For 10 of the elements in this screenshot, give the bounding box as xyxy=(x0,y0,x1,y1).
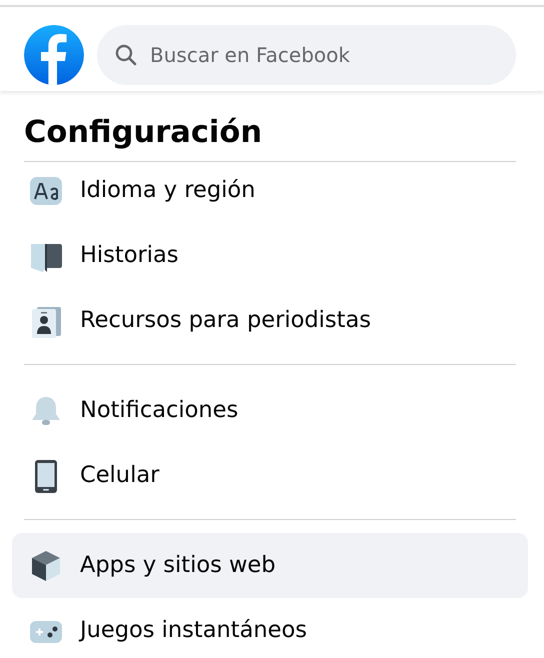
settings-menu-item[interactable]: Historias xyxy=(12,223,528,288)
settings-menu-item[interactable]: Notificaciones xyxy=(12,378,528,443)
settings-menu-item[interactable]: Recursos para periodistas xyxy=(12,288,528,353)
page-title: Configuración xyxy=(24,111,516,162)
settings-menu-item[interactable]: Apps y sitios web xyxy=(12,533,528,598)
settings-menu-item[interactable]: Juegos instantáneos xyxy=(12,598,528,658)
search-icon xyxy=(114,43,138,67)
search-field[interactable]: Buscar en Facebook xyxy=(97,25,516,85)
facebook-logo[interactable] xyxy=(24,25,84,85)
settings-menu-item[interactable]: Celular xyxy=(12,443,528,508)
